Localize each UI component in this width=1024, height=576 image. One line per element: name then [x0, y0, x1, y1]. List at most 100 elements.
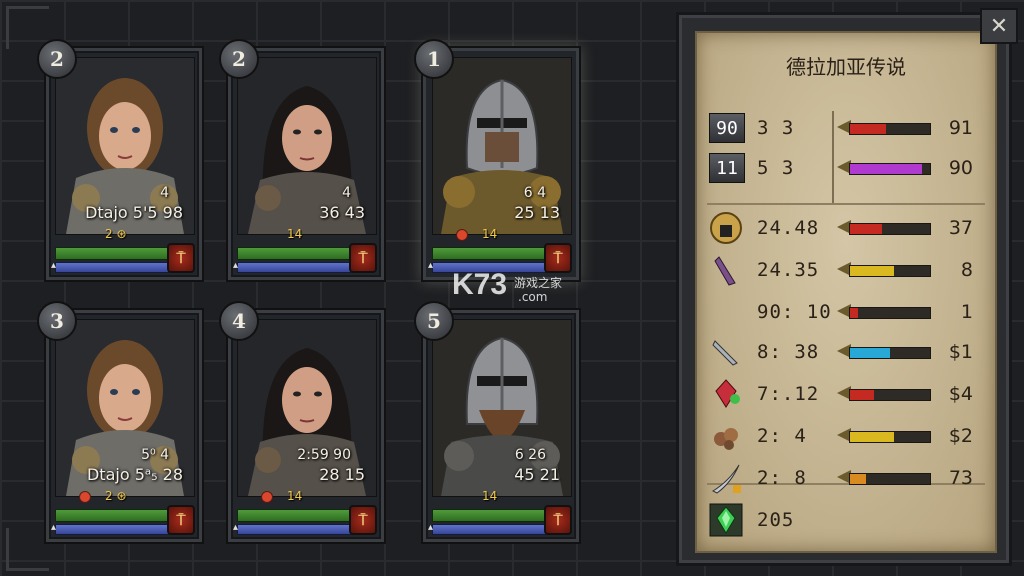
gear-slot-icon[interactable]: 90 — [709, 113, 745, 143]
slot-number-badge: 2 — [37, 39, 77, 79]
hero-stats: 36 43 — [319, 203, 365, 222]
hero-top-stats: 4 — [160, 185, 169, 201]
stat-bar-fill — [850, 308, 858, 318]
hero-top-stats: 5⁰ 4 — [141, 447, 169, 463]
stat-bar — [849, 307, 931, 319]
close-button[interactable]: ✕ — [980, 8, 1018, 44]
stat-row: 24.48 37 — [697, 209, 995, 249]
game-screen: 2 4 Dtajo 5'5 98 2 ⊛ ▴ ⍑ 2 4 36 43 14 ▴ ⍑ 1 6 4 25 13 1… — [0, 0, 1024, 576]
hero-card[interactable]: 1 6 4 25 13 14 ▴ ⍑ — [414, 39, 579, 280]
stat-bar — [849, 223, 931, 235]
character-stats-panel: 德拉加亚传说 90 3 3 91 11 5 3 90 24.48 37 24.35 8 90: 10… — [676, 12, 1012, 566]
hero-top-stats: 4 — [342, 185, 351, 201]
slot-number-badge: 3 — [37, 301, 77, 341]
hero-bars — [55, 247, 169, 273]
hero-stats: Dtajo 5'5 98 — [85, 203, 183, 222]
coin-count: 2 ⊛ — [105, 489, 127, 503]
slot-number-badge: 5 — [414, 301, 454, 341]
dagger-icon — [709, 335, 743, 369]
hero-card[interactable]: 5 6 26 45 21 14 ▴ ⍑ — [414, 301, 579, 542]
frame-corner — [6, 528, 49, 571]
stat-value: 8: 38 — [757, 341, 820, 363]
hero-stats: 25 13 — [514, 203, 560, 222]
hero-top-stats: 6 4 — [523, 185, 546, 201]
boot-icon: ▴ — [51, 522, 57, 533]
stat-bar-fill — [850, 474, 866, 484]
stat-bar-fill — [850, 348, 890, 358]
stat-value: 90: 10 — [757, 301, 832, 323]
sword-shield-icon[interactable]: ⍑ — [349, 505, 377, 535]
hero-card[interactable]: 4 2:59 90 28 15 14 ▴ ⍑ — [219, 301, 384, 542]
health-bar — [432, 247, 546, 260]
stat-row: 90 3 3 91 — [697, 109, 995, 149]
sword-shield-icon[interactable]: ⍑ — [167, 243, 195, 273]
stat-row: 24.35 8 — [697, 251, 995, 291]
heart-icon — [456, 229, 468, 241]
hero-top-stats: 6 26 — [514, 447, 546, 463]
stat-bar-fill — [850, 266, 894, 276]
slot-number-badge: 2 — [219, 39, 259, 79]
coin-count: 14 — [482, 227, 498, 241]
sword-shield-icon[interactable]: ⍑ — [349, 243, 377, 273]
mana-bar — [237, 262, 351, 273]
stat-bar-fill — [850, 124, 886, 134]
silver-blade-icon — [709, 461, 743, 495]
stat-right-value: 90 — [948, 157, 973, 179]
stat-right-value: $2 — [948, 425, 973, 447]
stat-value: 7:.12 — [757, 383, 820, 405]
watermark-domain: .com — [518, 290, 548, 304]
stat-bar — [849, 123, 931, 135]
hero-card[interactable]: 2 4 36 43 14 ▴ ⍑ — [219, 39, 384, 280]
hero-bars — [432, 509, 546, 535]
stat-bar — [849, 347, 931, 359]
watermark-text: 游戏之家 — [514, 276, 563, 290]
sword-shield-icon[interactable]: ⍑ — [167, 505, 195, 535]
sword-shield-icon[interactable]: ⍑ — [544, 505, 572, 535]
coin-count: 2 ⊛ — [105, 227, 127, 241]
health-bar — [432, 509, 546, 522]
stat-value: 2: 8 — [757, 467, 807, 489]
hero-top-stats: 2:59 90 — [297, 447, 351, 463]
slot-number-badge: 4 — [219, 301, 259, 341]
mana-bar — [237, 524, 351, 535]
section-separator — [707, 203, 985, 205]
hero-stats: 45 21 — [514, 465, 560, 484]
red-crystal-icon — [709, 377, 743, 411]
health-bar — [237, 247, 351, 260]
footer-value: 205 — [757, 509, 795, 531]
coin-count: 14 — [287, 227, 303, 241]
stat-right-value: $1 — [948, 341, 973, 363]
panel-title: 德拉加亚传说 — [786, 55, 906, 79]
stat-bar — [849, 163, 931, 175]
boot-icon: ▴ — [428, 522, 434, 533]
stat-row: 11 5 3 90 — [697, 149, 995, 189]
slot-number-badge: 1 — [414, 39, 454, 79]
stat-row: 8: 38 $1 — [697, 333, 995, 373]
stat-bar-fill — [850, 390, 874, 400]
stat-value: 2: 4 — [757, 425, 807, 447]
stat-right-value: 8 — [960, 259, 973, 281]
coin-count: 14 — [482, 489, 498, 503]
hero-bars — [55, 509, 169, 535]
footer-row: 205 — [697, 501, 995, 541]
close-icon: ✕ — [989, 13, 1009, 39]
mana-bar — [432, 524, 546, 535]
stat-row: 7:.12 $4 — [697, 375, 995, 415]
hero-card[interactable]: 3 5⁰ 4 Dtajo 5ᵃ₅ 28 2 ⊛ ▴ ⍑ — [37, 301, 202, 542]
health-bar — [55, 247, 169, 260]
stat-bar-fill — [850, 432, 894, 442]
stat-right-value: 1 — [960, 301, 973, 323]
mana-bar — [55, 262, 169, 273]
stat-value: 24.48 — [757, 217, 820, 239]
slot-value: 11 — [716, 157, 738, 179]
hero-bars — [237, 247, 351, 273]
stat-right-value: 37 — [948, 217, 973, 239]
hero-stats: Dtajo 5ᵃ₅ 28 — [86, 465, 183, 484]
purple-blade-icon — [709, 253, 743, 287]
gear-slot-icon[interactable]: 11 — [709, 153, 745, 183]
health-bar — [237, 509, 351, 522]
hero-card[interactable]: 2 4 Dtajo 5'5 98 2 ⊛ ▴ ⍑ — [37, 39, 202, 280]
sword-shield-icon[interactable]: ⍑ — [544, 243, 572, 273]
boot-icon: ▴ — [233, 260, 239, 271]
boot-icon: ▴ — [233, 522, 239, 533]
